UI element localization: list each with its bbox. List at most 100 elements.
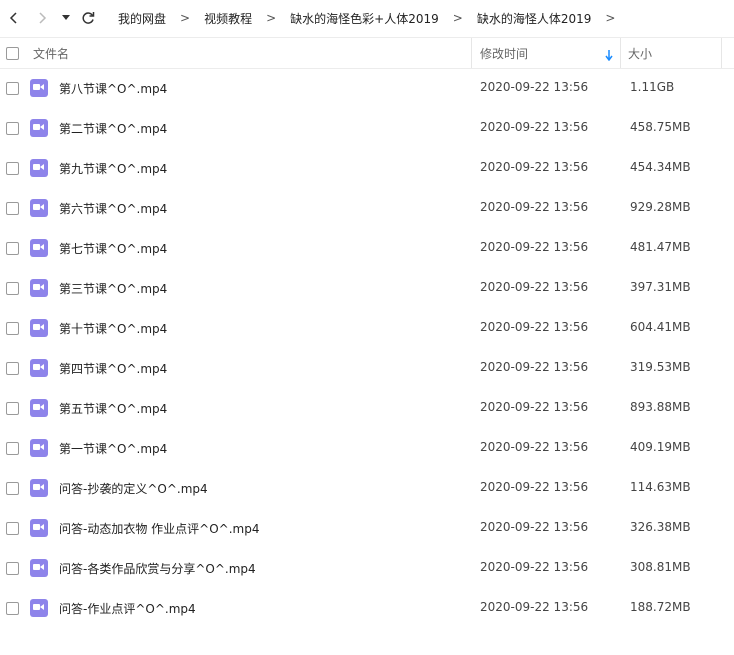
file-modified-time: 2020-09-22 13:56	[480, 160, 589, 174]
file-name[interactable]: 第四节课^O^.mp4	[59, 360, 167, 377]
file-row[interactable]: 第二节课^O^.mp4 2020-09-22 13:56 458.75MB	[0, 108, 734, 148]
file-name[interactable]: 第八节课^O^.mp4	[59, 80, 167, 97]
file-name[interactable]: 第五节课^O^.mp4	[59, 400, 167, 417]
file-row[interactable]: 第三节课^O^.mp4 2020-09-22 13:56 397.31MB	[0, 268, 734, 308]
file-modified-time: 2020-09-22 13:56	[480, 360, 589, 374]
file-modified-time: 2020-09-22 13:56	[480, 280, 589, 294]
file-size: 188.72MB	[630, 600, 691, 614]
file-row[interactable]: 第四节课^O^.mp4 2020-09-22 13:56 319.53MB	[0, 348, 734, 388]
breadcrumb-item-video-tutorials[interactable]: 视频教程	[196, 10, 260, 27]
row-checkbox[interactable]	[6, 602, 19, 615]
column-divider[interactable]	[721, 38, 722, 68]
file-name[interactable]: 第七节课^O^.mp4	[59, 240, 167, 257]
file-row[interactable]: 第十节课^O^.mp4 2020-09-22 13:56 604.41MB	[0, 308, 734, 348]
forward-button[interactable]	[32, 6, 52, 30]
file-row[interactable]: 问答-各类作品欣赏与分享^O^.mp4 2020-09-22 13:56 308.8…	[0, 548, 734, 588]
file-row[interactable]: 第六节课^O^.mp4 2020-09-22 13:56 929.28MB	[0, 188, 734, 228]
arrow-down-icon	[605, 50, 613, 62]
row-checkbox[interactable]	[6, 402, 19, 415]
row-checkbox[interactable]	[6, 122, 19, 135]
file-row[interactable]: 问答-抄袭的定义^O^.mp4 2020-09-22 13:56 114.63MB	[0, 468, 734, 508]
file-size: 114.63MB	[630, 480, 691, 494]
file-size: 454.34MB	[630, 160, 691, 174]
video-file-icon	[30, 399, 48, 417]
back-button[interactable]	[4, 6, 24, 30]
chevron-right-icon	[39, 12, 47, 24]
video-file-icon	[30, 359, 48, 377]
column-header-size[interactable]: 大小	[628, 45, 652, 62]
row-checkbox[interactable]	[6, 442, 19, 455]
video-file-icon	[30, 319, 48, 337]
file-modified-time: 2020-09-22 13:56	[480, 600, 589, 614]
breadcrumb: 我的网盘 > 视频教程 > 缺水的海怪色彩+人体2019 > 缺水的海怪人体20…	[110, 0, 621, 36]
row-checkbox[interactable]	[6, 282, 19, 295]
file-name[interactable]: 第一节课^O^.mp4	[59, 440, 167, 457]
file-modified-time: 2020-09-22 13:56	[480, 240, 589, 254]
file-size: 308.81MB	[630, 560, 691, 574]
row-checkbox[interactable]	[6, 322, 19, 335]
row-checkbox[interactable]	[6, 162, 19, 175]
file-name[interactable]: 问答-抄袭的定义^O^.mp4	[59, 480, 208, 497]
video-file-icon	[30, 519, 48, 537]
file-row[interactable]: 问答-动态加衣物 作业点评^O^.mp4 2020-09-22 13:56 326.…	[0, 508, 734, 548]
file-row[interactable]: 问答-作业点评^O^.mp4 2020-09-22 13:56 188.72MB	[0, 588, 734, 628]
video-file-icon	[30, 479, 48, 497]
select-all-checkbox[interactable]	[6, 47, 19, 60]
file-size: 929.28MB	[630, 200, 691, 214]
row-checkbox[interactable]	[6, 522, 19, 535]
file-list-header: 文件名 修改时间 大小	[0, 37, 734, 69]
file-row[interactable]: 第五节课^O^.mp4 2020-09-22 13:56 893.88MB	[0, 388, 734, 428]
file-size: 893.88MB	[630, 400, 691, 414]
row-checkbox[interactable]	[6, 202, 19, 215]
file-name[interactable]: 问答-作业点评^O^.mp4	[59, 600, 196, 617]
file-name[interactable]: 第十节课^O^.mp4	[59, 320, 167, 337]
column-header-modified[interactable]: 修改时间	[480, 45, 528, 62]
video-file-icon	[30, 119, 48, 137]
file-row[interactable]: 第七节课^O^.mp4 2020-09-22 13:56 481.47MB	[0, 228, 734, 268]
breadcrumb-item-my-drive[interactable]: 我的网盘	[110, 10, 174, 27]
row-checkbox[interactable]	[6, 362, 19, 375]
row-checkbox[interactable]	[6, 562, 19, 575]
file-name[interactable]: 问答-动态加衣物 作业点评^O^.mp4	[59, 520, 259, 537]
row-checkbox[interactable]	[6, 82, 19, 95]
file-size: 319.53MB	[630, 360, 691, 374]
refresh-button[interactable]	[78, 6, 98, 30]
breadcrumb-item-color-anatomy-2019[interactable]: 缺水的海怪色彩+人体2019	[282, 10, 447, 27]
file-size: 604.41MB	[630, 320, 691, 334]
file-size: 1.11GB	[630, 80, 675, 94]
breadcrumb-item-anatomy-2019[interactable]: 缺水的海怪人体2019	[469, 10, 600, 27]
file-row[interactable]: 第九节课^O^.mp4 2020-09-22 13:56 454.34MB	[0, 148, 734, 188]
column-header-name[interactable]: 文件名	[33, 45, 69, 62]
file-modified-time: 2020-09-22 13:56	[480, 200, 589, 214]
history-dropdown-button[interactable]	[58, 6, 74, 30]
row-checkbox[interactable]	[6, 242, 19, 255]
column-divider[interactable]	[620, 38, 621, 68]
file-name[interactable]: 问答-各类作品欣赏与分享^O^.mp4	[59, 560, 256, 577]
file-modified-time: 2020-09-22 13:56	[480, 400, 589, 414]
file-modified-time: 2020-09-22 13:56	[480, 320, 589, 334]
file-modified-time: 2020-09-22 13:56	[480, 440, 589, 454]
file-size: 397.31MB	[630, 280, 691, 294]
file-modified-time: 2020-09-22 13:56	[480, 560, 589, 574]
refresh-icon	[82, 12, 95, 24]
column-divider[interactable]	[471, 38, 472, 68]
caret-down-icon	[62, 15, 70, 20]
video-file-icon	[30, 239, 48, 257]
file-size: 458.75MB	[630, 120, 691, 134]
breadcrumb-separator: >	[180, 11, 191, 25]
file-row[interactable]: 第八节课^O^.mp4 2020-09-22 13:56 1.11GB	[0, 68, 734, 108]
file-name[interactable]: 第二节课^O^.mp4	[59, 120, 167, 137]
sort-indicator[interactable]	[605, 46, 613, 65]
video-file-icon	[30, 199, 48, 217]
file-modified-time: 2020-09-22 13:56	[480, 80, 589, 94]
breadcrumb-separator: >	[266, 11, 277, 25]
row-checkbox[interactable]	[6, 482, 19, 495]
file-name[interactable]: 第三节课^O^.mp4	[59, 280, 167, 297]
video-file-icon	[30, 279, 48, 297]
video-file-icon	[30, 559, 48, 577]
file-name[interactable]: 第六节课^O^.mp4	[59, 200, 167, 217]
file-row[interactable]: 第一节课^O^.mp4 2020-09-22 13:56 409.19MB	[0, 428, 734, 468]
file-name[interactable]: 第九节课^O^.mp4	[59, 160, 167, 177]
file-modified-time: 2020-09-22 13:56	[480, 520, 589, 534]
file-modified-time: 2020-09-22 13:56	[480, 120, 589, 134]
